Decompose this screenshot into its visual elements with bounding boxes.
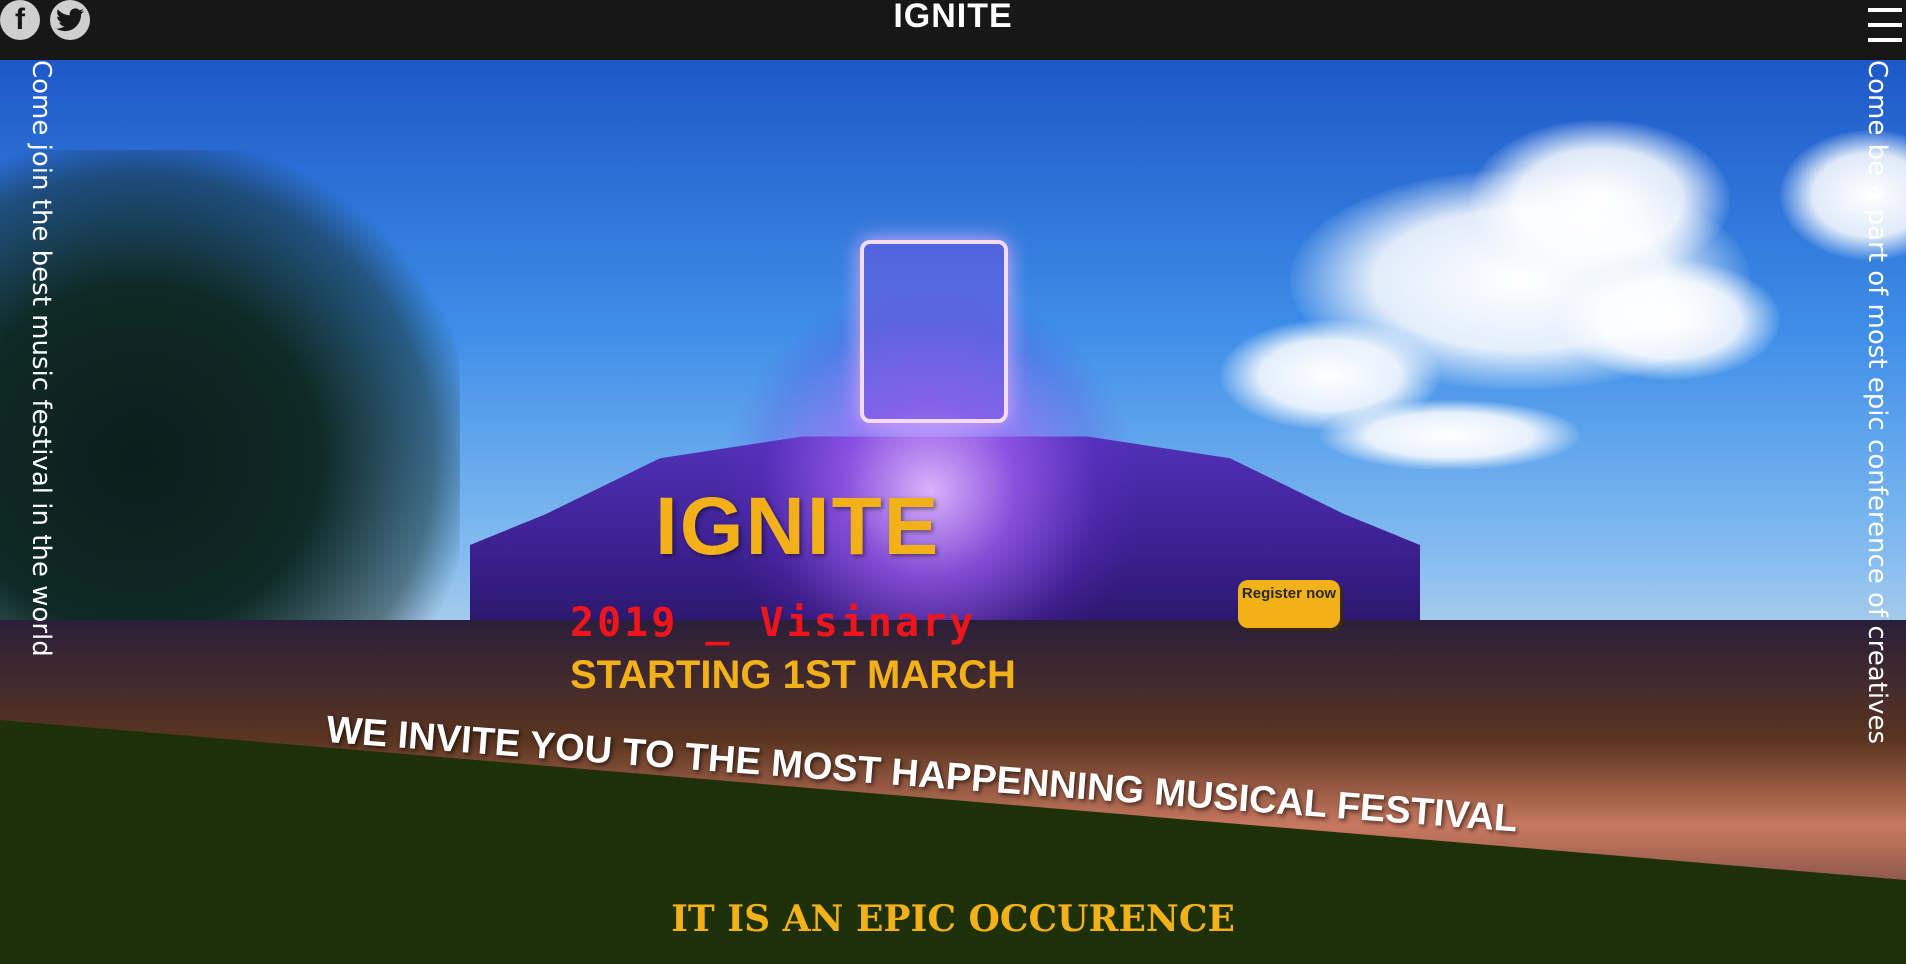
top-nav-bar: f IGNITE — [0, 0, 1906, 60]
hero-section — [0, 60, 1906, 964]
side-tagline-left: Come join the best music festival in the… — [26, 60, 56, 657]
stage-mask — [860, 240, 1008, 423]
start-date: STARTING 1ST MARCH — [570, 653, 1016, 697]
hero-title: IGNITE — [655, 481, 941, 572]
cloud — [1320, 400, 1580, 470]
register-button[interactable]: Register now — [1238, 580, 1340, 628]
edition-text: 2019 _ Visinary — [570, 600, 977, 646]
side-tagline-right: Come be a part of most epic conference o… — [1862, 60, 1892, 745]
brand-logo[interactable]: IGNITE — [0, 0, 1906, 33]
cloud — [1560, 260, 1780, 380]
hamburger-menu-icon[interactable] — [1868, 8, 1902, 44]
section-heading: IT IS AN EPIC OCCURENCE — [671, 898, 1235, 940]
cloud — [1470, 120, 1730, 280]
